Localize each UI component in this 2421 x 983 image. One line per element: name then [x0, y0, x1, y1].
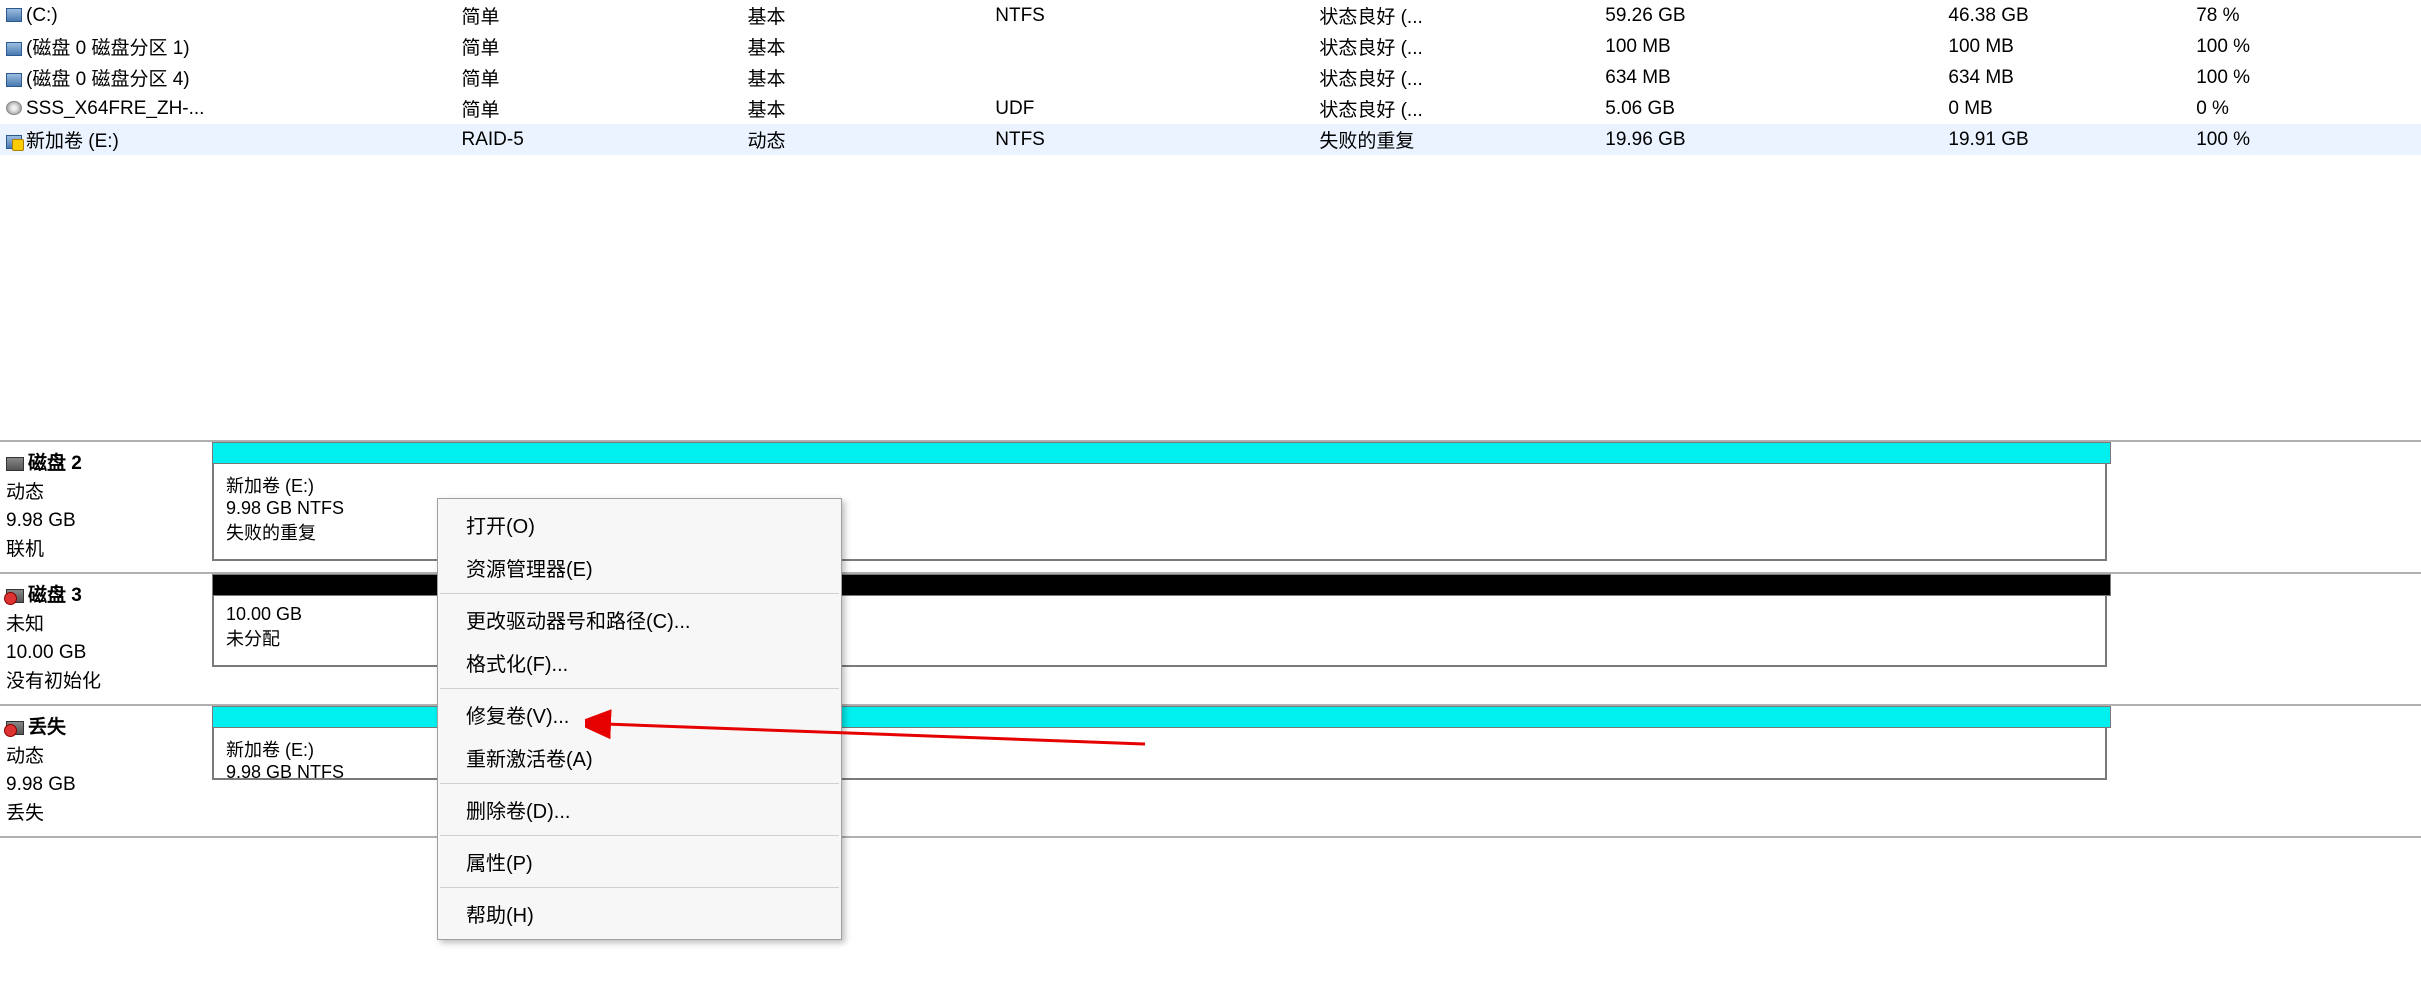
cell-pct: 100 %	[2192, 31, 2421, 62]
cell-free: 46.38 GB	[1944, 0, 2192, 31]
volume-context-menu[interactable]: 打开(O)资源管理器(E) 更改驱动器号和路径(C)...格式化(F)... 修复卷…	[437, 498, 842, 940]
menu-item[interactable]: 属性(P)	[438, 840, 841, 883]
volume-box-name: 新加卷 (E:)	[226, 472, 422, 498]
cell-status: 状态良好 (...	[1315, 93, 1601, 124]
volume-icon	[6, 135, 22, 149]
disk-row: 磁盘 3未知10.00 GB没有初始化10.00 GB未分配	[0, 574, 2421, 706]
cell-free: 100 MB	[1944, 31, 2192, 62]
volume-box-info: 9.98 GB NTFS	[226, 762, 422, 780]
volume-name: (C:)	[26, 5, 58, 26]
disk-title: 磁盘 3	[28, 585, 82, 606]
cell-free: 634 MB	[1944, 62, 2192, 93]
disk-icon	[6, 721, 24, 735]
cell-cap: 634 MB	[1601, 62, 1944, 93]
volume-name: (磁盘 0 磁盘分区 4)	[26, 69, 190, 90]
volume-box-info: 10.00 GB	[226, 604, 422, 625]
volume-name: 新加卷 (E:)	[26, 131, 119, 152]
cell-fs	[991, 62, 1315, 93]
disk-info-line: 9.98 GB	[6, 507, 202, 536]
disk-graphical-area: 磁盘 2动态9.98 GB联机新加卷 (E:)9.98 GB NTFS失败的重复…	[0, 440, 2421, 838]
volume-name: SSS_X64FRE_ZH-...	[26, 98, 204, 119]
disk-row: 磁盘 2 动态9.98 GB联机 新加卷 (E:)9.98 GB NTFS失败的重复	[0, 442, 2421, 574]
menu-separator	[440, 593, 839, 594]
cell-status: 状态良好 (...	[1315, 0, 1601, 31]
cell-pct: 100 %	[2192, 124, 2421, 155]
cell-type: 基本	[743, 93, 991, 124]
disk-info-line: 动态	[6, 479, 202, 508]
volume-color-strip	[212, 442, 2111, 464]
cell-layout: RAID-5	[458, 124, 744, 155]
disk-icon	[6, 457, 24, 471]
disk-info-line: 9.98 GB	[6, 771, 202, 800]
volume-icon	[6, 101, 22, 115]
cell-type: 基本	[743, 31, 991, 62]
menu-separator	[440, 688, 839, 689]
volume-box-status: 未分配	[226, 625, 422, 651]
volume-row[interactable]: (磁盘 0 磁盘分区 4)简单基本状态良好 (...634 MB634 MB10…	[0, 62, 2421, 93]
volume-list-table[interactable]: (C:)简单基本NTFS状态良好 (...59.26 GB46.38 GB78 …	[0, 0, 2421, 155]
volume-icon	[6, 73, 22, 87]
cell-fs: NTFS	[991, 124, 1315, 155]
cell-free: 0 MB	[1944, 93, 2192, 124]
cell-status: 状态良好 (...	[1315, 62, 1601, 93]
cell-fs: UDF	[991, 93, 1315, 124]
volume-icon	[6, 8, 22, 22]
cell-pct: 78 %	[2192, 0, 2421, 31]
menu-separator	[440, 835, 839, 836]
volume-row[interactable]: (C:) 简单基本NTFS状态良好 (...59.26 GB46.38 GB78 …	[0, 0, 2421, 31]
disk-header: 磁盘 2 动态9.98 GB联机	[0, 442, 212, 572]
cell-pct: 100 %	[2192, 62, 2421, 93]
disk-info-line: 联机	[6, 536, 202, 565]
disk-icon	[6, 589, 24, 603]
menu-separator	[440, 887, 839, 888]
disk-header: 丢失动态9.98 GB丢失	[0, 706, 212, 836]
cell-cap: 100 MB	[1601, 31, 1944, 62]
disk-title: 磁盘 2	[28, 453, 82, 474]
volume-row[interactable]: 新加卷 (E:) RAID-5动态NTFS失败的重复19.96 GB19.91 G…	[0, 124, 2421, 155]
volume-box-status: 失败的重复	[226, 519, 422, 545]
disk-title: 丢失	[28, 717, 66, 738]
volume-row[interactable]: (磁盘 0 磁盘分区 1)简单基本状态良好 (...100 MB100 MB10…	[0, 31, 2421, 62]
cell-cap: 59.26 GB	[1601, 0, 1944, 31]
cell-layout: 简单	[458, 62, 744, 93]
menu-item[interactable]: 格式化(F)...	[438, 641, 841, 684]
menu-item[interactable]: 资源管理器(E)	[438, 546, 841, 589]
menu-item[interactable]: 打开(O)	[438, 503, 841, 546]
cell-pct: 0 %	[2192, 93, 2421, 124]
cell-cap: 19.96 GB	[1601, 124, 1944, 155]
cell-layout: 简单	[458, 31, 744, 62]
cell-type: 基本	[743, 0, 991, 31]
volume-name: (磁盘 0 磁盘分区 1)	[26, 38, 190, 59]
disk-info-line: 10.00 GB	[6, 639, 202, 668]
volume-box-name: 新加卷 (E:)	[226, 736, 422, 762]
cell-fs	[991, 31, 1315, 62]
disk-info-line: 动态	[6, 743, 202, 772]
cell-status: 失败的重复	[1315, 124, 1601, 155]
volume-box-info: 9.98 GB NTFS	[226, 498, 422, 519]
cell-cap: 5.06 GB	[1601, 93, 1944, 124]
menu-item[interactable]: 删除卷(D)...	[438, 788, 841, 831]
volume-icon	[6, 42, 22, 56]
cell-layout: 简单	[458, 93, 744, 124]
menu-item[interactable]: 更改驱动器号和路径(C)...	[438, 598, 841, 641]
cell-type: 动态	[743, 124, 991, 155]
disk-row: 丢失动态9.98 GB丢失新加卷 (E:)9.98 GB NTFS失败的重复	[0, 706, 2421, 838]
menu-item[interactable]: 重新激活卷(A)	[438, 736, 841, 779]
menu-item[interactable]: 修复卷(V)...	[438, 693, 841, 736]
disk-info-line: 未知	[6, 611, 202, 640]
cell-status: 状态良好 (...	[1315, 31, 1601, 62]
cell-fs: NTFS	[991, 0, 1315, 31]
disk-info-line: 没有初始化	[6, 668, 202, 697]
cell-type: 基本	[743, 62, 991, 93]
volume-row[interactable]: SSS_X64FRE_ZH-... 简单基本UDF状态良好 (...5.06 GB…	[0, 93, 2421, 124]
cell-free: 19.91 GB	[1944, 124, 2192, 155]
menu-item[interactable]: 帮助(H)	[438, 892, 841, 935]
disk-header: 磁盘 3 未知10.00 GB没有初始化	[0, 574, 212, 704]
menu-separator	[440, 783, 839, 784]
disk-info-line: 丢失	[6, 800, 202, 829]
cell-layout: 简单	[458, 0, 744, 31]
